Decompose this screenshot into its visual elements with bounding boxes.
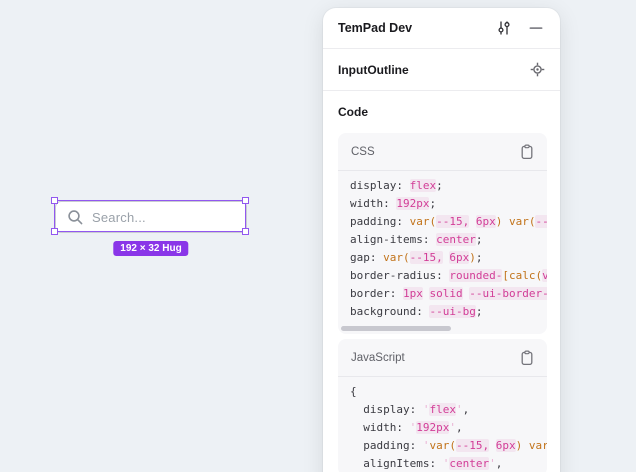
scrollbar-thumb[interactable] — [341, 326, 451, 331]
copy-clipboard-icon[interactable] — [520, 144, 534, 160]
minimize-minus-icon[interactable] — [529, 20, 543, 36]
code-section-header: Code — [323, 91, 560, 133]
copy-clipboard-icon[interactable] — [520, 350, 534, 366]
crosshair-locate-icon[interactable] — [530, 62, 545, 77]
search-placeholder: Search... — [92, 210, 146, 225]
css-code-card: CSS display: flex;width: 192px;padding: … — [338, 133, 547, 334]
css-code-block: display: flex;width: 192px;padding: var(… — [338, 171, 547, 324]
settings-sliders-icon[interactable] — [496, 20, 512, 36]
tempad-dev-panel: TemPad Dev InputOutline — [323, 8, 560, 472]
css-horizontal-scrollbar — [338, 324, 547, 334]
component-name: InputOutline — [338, 63, 530, 77]
plugin-title: TemPad Dev — [338, 21, 496, 35]
figma-canvas: Search... 192 × 32 Hug TemPad Dev — [0, 0, 636, 472]
js-card-label: JavaScript — [351, 352, 520, 364]
search-input[interactable]: Search... — [55, 201, 247, 233]
code-section-label: Code — [338, 105, 368, 119]
js-code-block: { display: 'flex', width: '192px', paddi… — [338, 377, 547, 472]
js-code-card: JavaScript { display: 'flex', width: '19… — [338, 339, 547, 472]
search-icon — [67, 209, 84, 226]
css-card-header: CSS — [338, 133, 547, 171]
plugin-header: TemPad Dev — [323, 8, 560, 49]
css-card-label: CSS — [351, 146, 520, 158]
selected-component-row: InputOutline — [323, 49, 560, 91]
dimension-badge: 192 × 32 Hug — [113, 241, 188, 256]
js-card-header: JavaScript — [338, 339, 547, 377]
